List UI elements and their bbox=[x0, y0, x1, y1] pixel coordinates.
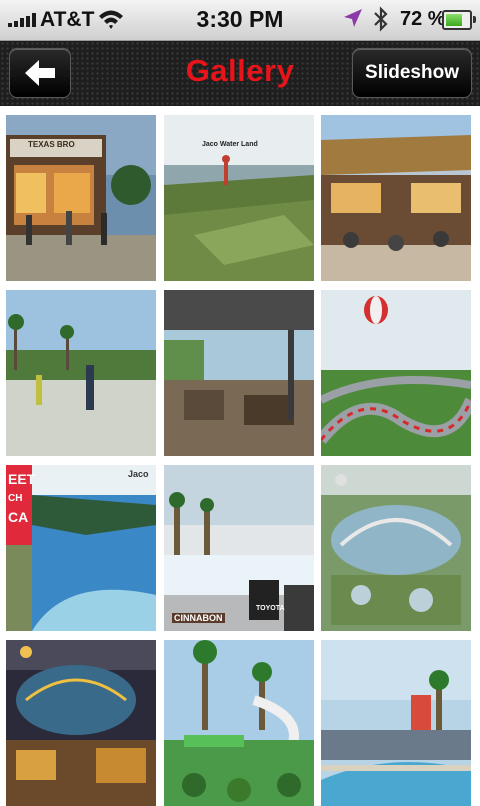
gallery-thumbnail-jaco-coast[interactable]: EET CH CA Jaco bbox=[6, 465, 156, 631]
gallery-thumbnail-cafe-terrace[interactable] bbox=[164, 290, 314, 456]
thumbnail-caption: TEXAS BRO bbox=[28, 140, 75, 149]
thumbnail-image bbox=[6, 290, 156, 456]
location-icon bbox=[344, 9, 362, 27]
thumbnail-caption: CA bbox=[8, 509, 29, 525]
thumbnail-image bbox=[321, 640, 471, 806]
thumbnail-image bbox=[164, 640, 314, 806]
gallery-thumbnail-food-court[interactable] bbox=[321, 115, 471, 281]
gallery-thumbnail-texas-bbq[interactable]: TEXAS BRO bbox=[6, 115, 156, 281]
thumbnail-caption: EET bbox=[8, 471, 36, 487]
thumbnail-image bbox=[164, 115, 314, 281]
gallery-thumbnail-plaza[interactable] bbox=[6, 290, 156, 456]
gallery-thumbnail-water-slide[interactable] bbox=[164, 640, 314, 806]
gallery-grid: TEXAS BRO Jaco Water Land EET CH CA Jaco… bbox=[6, 115, 476, 806]
thumbnail-image bbox=[6, 465, 156, 631]
thumbnail-image bbox=[321, 465, 471, 631]
thumbnail-caption: CINNABON bbox=[172, 613, 225, 623]
thumbnail-image bbox=[321, 290, 471, 456]
gallery-thumbnail-lazy-river[interactable] bbox=[321, 640, 471, 806]
navigation-bar: Gallery Slideshow bbox=[0, 41, 480, 106]
thumbnail-image bbox=[321, 115, 471, 281]
gallery-thumbnail-park-aerial[interactable] bbox=[321, 465, 471, 631]
battery-icon bbox=[442, 10, 476, 30]
thumbnail-caption: Jaco Water Land bbox=[202, 141, 258, 148]
bluetooth-icon bbox=[374, 6, 388, 32]
gallery-thumbnail-jaco-water-land[interactable]: Jaco Water Land bbox=[164, 115, 314, 281]
gallery-thumbnail-skating-rink[interactable]: CINNABON TOYOTA bbox=[164, 465, 314, 631]
slideshow-button[interactable]: Slideshow bbox=[352, 48, 472, 98]
battery-percentage: 72 % bbox=[400, 8, 446, 30]
thumbnail-caption: TOYOTA bbox=[256, 605, 285, 612]
status-bar: AT&T 3:30 PM 72 % bbox=[0, 0, 480, 41]
thumbnail-image bbox=[6, 640, 156, 806]
thumbnail-caption: Jaco bbox=[128, 469, 149, 479]
thumbnail-caption: CH bbox=[8, 493, 23, 504]
thumbnail-image bbox=[164, 465, 314, 631]
gallery-thumbnail-go-kart[interactable] bbox=[321, 290, 471, 456]
gallery-thumbnail-night-park[interactable] bbox=[6, 640, 156, 806]
thumbnail-image bbox=[164, 290, 314, 456]
